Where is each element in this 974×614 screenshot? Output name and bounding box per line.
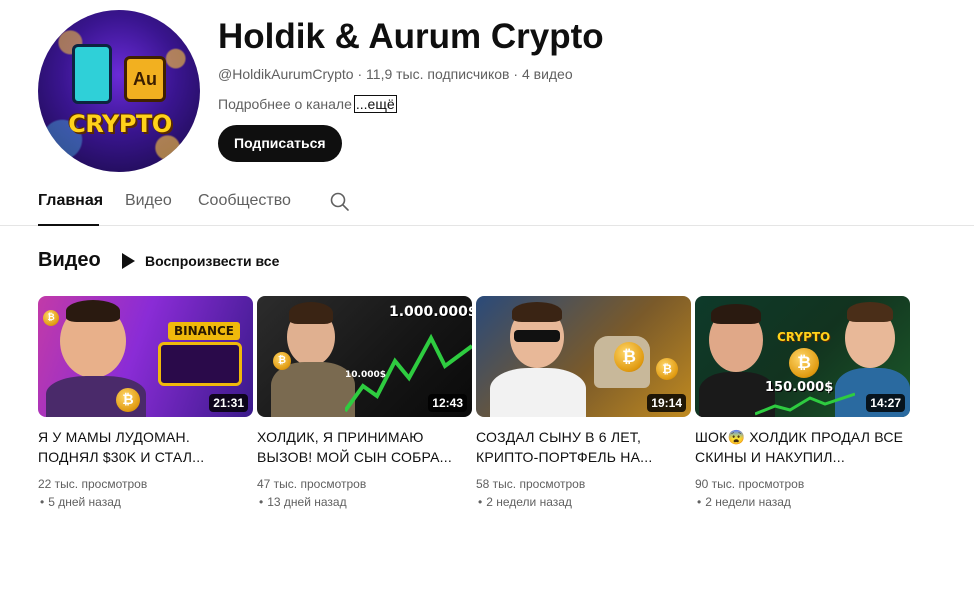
video-age: 2 недели назад [476, 493, 691, 511]
bitcoin-icon: ₿ [43, 310, 59, 326]
video-count: 4 видео [521, 66, 573, 82]
channel-name: Holdik & Aurum Crypto [218, 17, 604, 56]
video-duration: 21:31 [209, 394, 248, 412]
video-thumbnail[interactable]: ₿ ₿ 19:14 [476, 296, 691, 417]
channel-header: Au CRYPTO Holdik & Aurum Crypto @HoldikA… [38, 8, 938, 178]
tab-home[interactable]: Главная [38, 192, 103, 210]
video-duration: 14:27 [866, 394, 905, 412]
avatar-background [38, 10, 200, 172]
thumbnail-hair [66, 300, 120, 322]
videos-section-header: Видео Воспроизвести все [38, 249, 638, 275]
channel-meta: @HoldikAurumCrypto · 11,9 тыс. подписчик… [218, 66, 573, 82]
video-title[interactable]: СОЗДАЛ СЫНУ В 6 ЛЕТ, КРИПТО-ПОРТФЕЛЬ НА.… [476, 427, 691, 467]
bitcoin-icon: ₿ [614, 342, 644, 372]
play-all-button[interactable]: Воспроизвести все [122, 251, 279, 271]
thumbnail-hair [847, 302, 893, 322]
video-title[interactable]: Я У МАМЫ ЛУДОМАН. ПОДНЯЛ $30K И СТАЛ... [38, 427, 253, 467]
thumbnail-crypto-text: CRYPTO [777, 330, 831, 344]
video-card[interactable]: CRYPTO ₿ 150.000$ 14:27 ШОК😨 ХОЛДИК ПРОД… [695, 296, 910, 511]
thumbnail-hair [289, 302, 333, 324]
search-icon[interactable] [329, 191, 351, 213]
video-age: 2 недели назад [695, 493, 910, 511]
sunglasses-icon [514, 330, 560, 342]
section-title[interactable]: Видео [38, 249, 101, 272]
active-tab-indicator [38, 224, 99, 226]
video-card[interactable]: BINANCE ₿ ₿ 21:31 Я У МАМЫ ЛУДОМАН. ПОДН… [38, 296, 253, 511]
video-views: 90 тыс. просмотров [695, 477, 805, 491]
thumbnail-body [271, 362, 355, 417]
bitcoin-icon: ₿ [789, 348, 819, 378]
bitcoin-icon: ₿ [116, 388, 140, 412]
video-thumbnail[interactable]: CRYPTO ₿ 150.000$ 14:27 [695, 296, 910, 417]
thumbnail-chart-line [755, 392, 855, 416]
thumbnail-big-amount: 1.000.000$ [389, 304, 472, 320]
video-title[interactable]: ШОК😨 ХОЛДИК ПРОДАЛ ВСЕ СКИНЫ И НАКУПИЛ..… [695, 427, 910, 467]
video-thumbnail[interactable]: 1.000.000$ 10.000$ ₿ 12:43 [257, 296, 472, 417]
channel-handle: @HoldikAurumCrypto [218, 66, 354, 82]
thumbnail-small-amount: 10.000$ [345, 370, 386, 380]
channel-tabs: Главная Видео Сообщество [0, 180, 974, 226]
video-card[interactable]: ₿ ₿ 19:14 СОЗДАЛ СЫНУ В 6 ЛЕТ, КРИПТО-ПО… [476, 296, 691, 511]
meta-separator: · [357, 66, 363, 82]
play-icon [122, 253, 135, 269]
video-age: 5 дней назад [38, 493, 253, 511]
video-duration: 12:43 [428, 394, 467, 412]
thumbnail-hair [711, 304, 761, 324]
description-text: Подробнее о канале [218, 96, 352, 112]
video-thumbnail[interactable]: BINANCE ₿ ₿ 21:31 [38, 296, 253, 417]
video-views: 47 тыс. просмотров [257, 477, 367, 491]
video-views: 58 тыс. просмотров [476, 477, 586, 491]
thumbnail-hair [512, 302, 562, 322]
aurum-logo-icon: Au [124, 56, 166, 102]
tab-community[interactable]: Сообщество [198, 192, 291, 210]
holdik-logo-icon [72, 44, 112, 104]
video-card[interactable]: 1.000.000$ 10.000$ ₿ 12:43 ХОЛДИК, Я ПРИ… [257, 296, 472, 511]
subscribe-button[interactable]: Подписаться [218, 125, 342, 162]
thumbnail-body [490, 368, 586, 417]
video-title[interactable]: ХОЛДИК, Я ПРИНИМАЮ ВЫЗОВ! МОЙ СЫН СОБРА.… [257, 427, 472, 467]
video-duration: 19:14 [647, 394, 686, 412]
video-age: 13 дней назад [257, 493, 472, 511]
subscriber-count: 11,9 тыс. подписчиков [366, 66, 510, 82]
meta-separator: · [513, 66, 519, 82]
bitcoin-icon: ₿ [273, 352, 291, 370]
play-all-label: Воспроизвести все [145, 253, 280, 269]
channel-avatar[interactable]: Au CRYPTO [38, 10, 200, 172]
thumbnail-slot-machine [158, 342, 242, 386]
channel-description[interactable]: Подробнее о канале ...ещё [218, 95, 397, 113]
bitcoin-icon: ₿ [656, 358, 678, 380]
tab-videos[interactable]: Видео [125, 192, 172, 210]
video-views: 22 тыс. просмотров [38, 477, 148, 491]
video-grid: BINANCE ₿ ₿ 21:31 Я У МАМЫ ЛУДОМАН. ПОДН… [38, 296, 918, 516]
avatar-crypto-text: CRYPTO [68, 110, 172, 138]
thumbnail-binance-text: BINANCE [168, 322, 240, 340]
more-link[interactable]: ...ещё [353, 95, 397, 113]
